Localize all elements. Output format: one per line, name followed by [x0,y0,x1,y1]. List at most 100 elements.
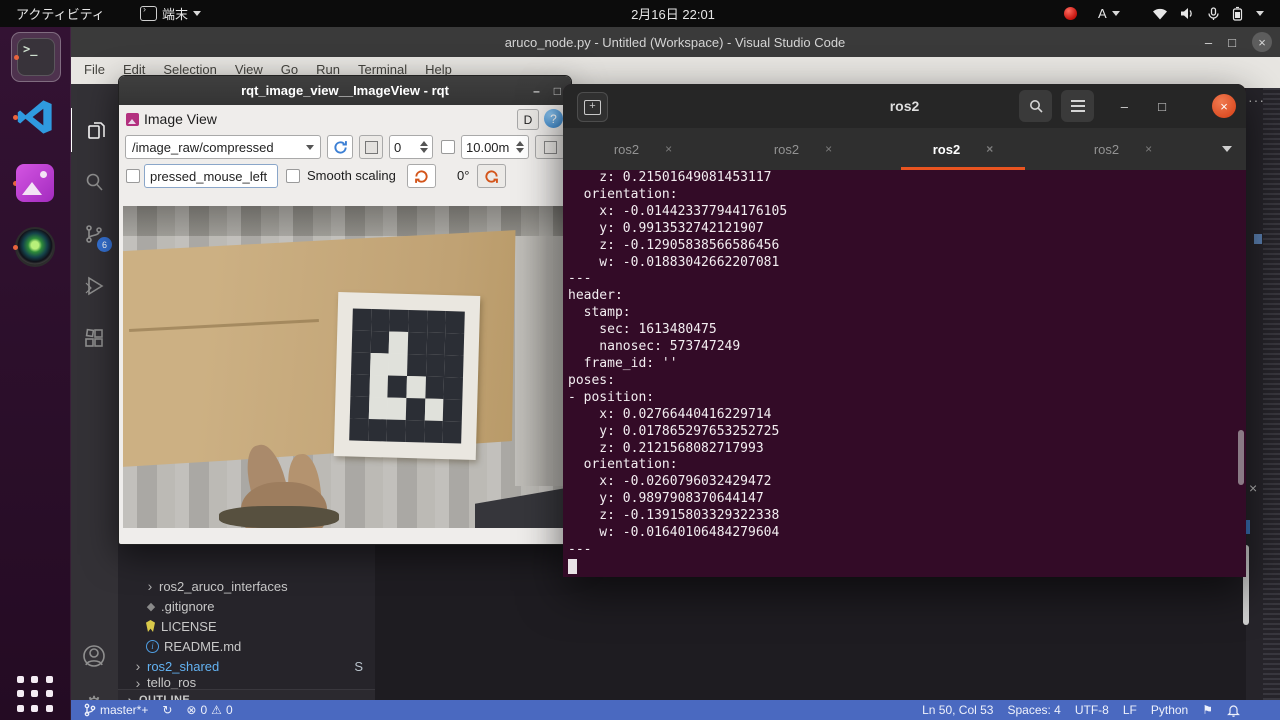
explorer-item-file[interactable]: LICENSE [118,616,375,636]
terminal-minimize-button[interactable]: – [1121,84,1128,128]
explorer-icon[interactable] [70,108,120,152]
tab-close-icon[interactable]: × [986,142,993,156]
problems-status[interactable]: ⊗ 0 ⚠ 0 [186,703,232,717]
rqt-maximize-button[interactable]: □ [554,84,561,98]
explorer-item-folder[interactable]: › ros2_aruco_interfaces [118,576,375,596]
tab-close-icon[interactable]: × [825,142,832,156]
terminal-output[interactable]: z: 0.21501649081453117 orientation: x: -… [563,170,1246,577]
terminal-maximize-button[interactable]: □ [1158,84,1166,128]
explorer-item-folder[interactable]: › tello_ros [118,676,375,689]
cursor-position-status[interactable]: Ln 50, Col 53 [922,703,993,717]
rotate-right-button[interactable] [477,164,506,188]
terminal-line: --- [568,271,592,287]
dock-image-viewer-icon[interactable] [11,159,59,207]
rqt-titlebar[interactable]: rqt_image_view__ImageView - rqt – □ [119,76,571,105]
activities-button[interactable]: アクティビティ [16,0,105,27]
tab-close-icon[interactable]: × [665,142,672,156]
battery-icon[interactable] [1232,0,1243,27]
running-indicator [13,114,18,120]
run-debug-icon[interactable] [70,264,118,308]
smoothing-spinbox[interactable]: 0 [389,135,433,159]
chevron-down-icon [1111,11,1120,16]
dock-vscode-icon[interactable] [11,93,59,141]
detach-button[interactable]: D [517,109,539,130]
chevron-right-icon: › [135,658,141,674]
terminal-tab[interactable]: ros2 × [1043,128,1203,170]
terminal-tab-bar: ros2 × ros2 × ros2 × ros2 × [563,128,1246,170]
panel-close-icon[interactable]: × [1249,480,1257,496]
vscode-minimize-button[interactable]: – [1205,35,1212,50]
rqt-minimize-button[interactable]: – [533,84,540,98]
spinbox-arrows[interactable] [420,141,428,153]
account-icon[interactable] [70,634,118,678]
vscode-close-button[interactable]: × [1252,32,1272,52]
encoding-status[interactable]: UTF-8 [1075,703,1109,717]
menu-button[interactable] [1061,90,1094,122]
dock-terminal-icon[interactable]: >_ [11,32,61,82]
refresh-topics-button[interactable] [327,135,353,159]
show-applications-button[interactable] [13,672,57,716]
camera-image-view [123,206,569,528]
sync-status[interactable]: ↻ [162,703,172,717]
publish-click-checkbox[interactable] [126,169,140,183]
smooth-scaling-label: Smooth scaling [307,168,396,183]
max-range-spinbox[interactable]: 10.00m [461,135,529,159]
terminal-line: y: 0.9913532742121907 [568,220,764,236]
microphone-icon[interactable] [1208,0,1219,27]
feedback-icon[interactable]: ⚑ [1202,703,1213,717]
minimap-slider[interactable] [1254,234,1262,244]
mouse-topic-field[interactable]: pressed_mouse_left [144,164,278,188]
save-image-button[interactable] [359,135,383,159]
notifications-bell-icon[interactable] [1227,703,1240,717]
terminal-tab[interactable]: ros2 × [723,128,883,170]
rotate-left-button[interactable] [407,164,436,188]
spinbox-arrows[interactable] [516,141,524,153]
input-method-indicator[interactable]: A [1098,0,1120,27]
focused-app-menu[interactable]: 端末 [140,0,202,27]
readme-info-icon: i [146,639,159,653]
eol-status[interactable]: LF [1123,703,1137,717]
save-settings-button[interactable] [535,135,565,159]
hand-shadow [219,506,339,528]
extensions-icon[interactable] [70,316,118,360]
git-branch-status[interactable]: master*+ [84,703,148,717]
explorer-item-file[interactable]: ◆ .gitignore [118,596,375,616]
chevron-right-icon: › [135,676,141,689]
vscode-titlebar[interactable]: aruco_node.py - Untitled (Workspace) - V… [70,27,1280,57]
menu-item[interactable]: File [84,62,105,77]
search-icon[interactable] [70,160,118,204]
system-menu-caret[interactable] [1256,0,1264,27]
terminal-line: y: 0.9897908370644147 [568,491,764,507]
terminal-line: - position: [568,389,655,405]
vscode-activity-bar: 6 ⚙ 1 [70,84,118,720]
search-button[interactable] [1019,90,1052,122]
rotation-value-label: 0° [457,168,470,183]
minimap[interactable] [1263,88,1280,700]
terminal-line: y: 0.017865297653252725 [568,423,780,439]
hamburger-icon [1070,100,1085,112]
image-view-plugin-icon [126,112,139,126]
help-button[interactable]: ? [544,109,563,128]
terminal-tab[interactable]: ros2 × [563,128,723,170]
language-mode-status[interactable]: Python [1151,703,1188,717]
explorer-item-file[interactable]: i README.md [118,636,375,656]
indentation-status[interactable]: Spaces: 4 [1007,703,1060,717]
new-tab-button[interactable]: + [577,92,608,122]
explorer-item-submodule[interactable]: › ros2_shared S [118,656,375,676]
volume-icon[interactable] [1180,0,1195,27]
terminal-line: nanosec: 573747249 [568,339,741,355]
tab-close-icon[interactable]: × [1145,142,1152,156]
terminal-scrollbar[interactable] [1238,430,1244,485]
terminal-close-button[interactable]: × [1212,94,1236,118]
terminal-tab-active[interactable]: ros2 × [883,128,1043,170]
vscode-maximize-button[interactable]: □ [1228,35,1236,50]
wifi-icon[interactable] [1152,0,1168,27]
terminal-line: stamp: [568,305,631,321]
dock-cheese-camera-icon[interactable] [11,223,59,271]
dynamic-range-checkbox[interactable] [441,140,455,154]
source-control-icon[interactable]: 6 [70,212,118,256]
smooth-scaling-checkbox[interactable] [286,169,300,183]
tab-list-caret-icon[interactable] [1222,146,1232,152]
terminal-headerbar[interactable]: + ros2 – □ × [563,84,1246,128]
topic-select[interactable]: /image_raw/compressed [125,135,321,159]
